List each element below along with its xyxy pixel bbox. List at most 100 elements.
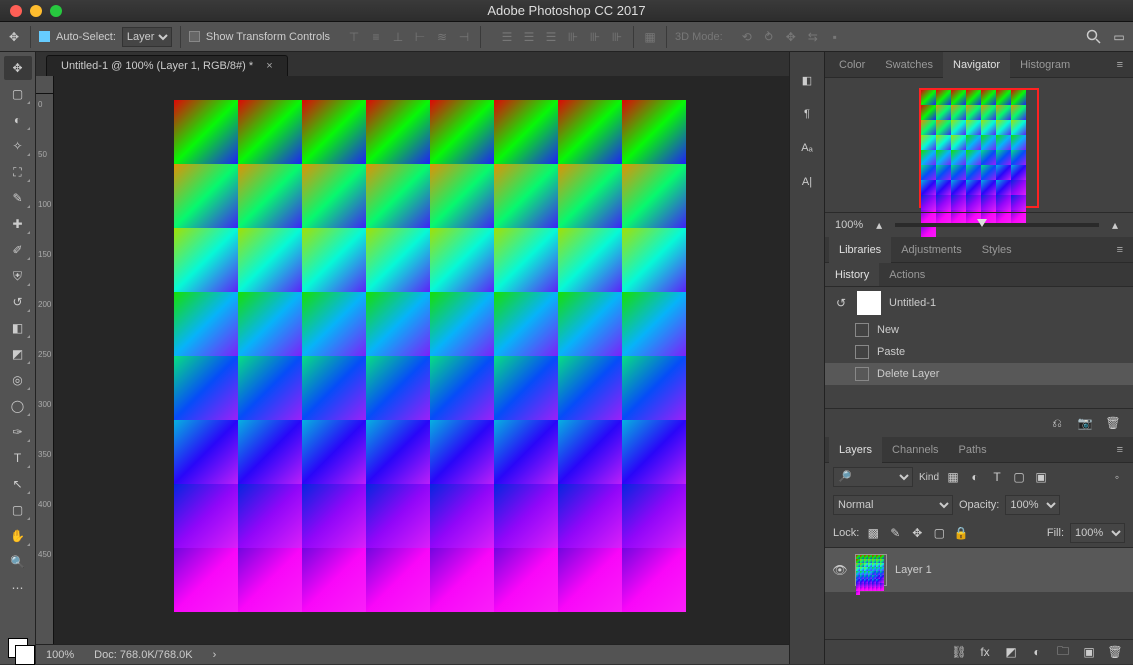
move-tool[interactable]: ✥ <box>4 56 32 80</box>
zoom-out-icon[interactable]: ▴ <box>871 217 887 233</box>
color-panel-icon[interactable]: ◧ <box>795 68 819 92</box>
lib-tab-menu-icon[interactable]: ≡ <box>1111 244 1129 256</box>
layer-filter-kind[interactable]: 🔎 <box>833 467 913 487</box>
layer-row[interactable]: 👁 Layer 1 <box>825 548 1133 592</box>
nav-tab-histogram[interactable]: Histogram <box>1010 52 1080 78</box>
close-tab-icon[interactable]: × <box>266 60 272 72</box>
layer-thumbnail[interactable] <box>855 554 887 586</box>
delete-layer-icon[interactable]: 🗑 <box>1107 644 1123 660</box>
show-transform-checkbox[interactable] <box>189 31 200 42</box>
pen-tool[interactable]: ✑ <box>4 420 32 444</box>
history-tab-actions[interactable]: Actions <box>879 263 935 286</box>
status-zoom[interactable]: 100% <box>46 649 74 661</box>
lock-transparency-icon[interactable]: ▩ <box>865 525 881 541</box>
dodge-tool[interactable]: ◯ <box>4 394 32 418</box>
eraser-tool[interactable]: ◧ <box>4 316 32 340</box>
layer-name[interactable]: Layer 1 <box>895 564 932 576</box>
history-item[interactable]: Paste <box>825 341 1133 363</box>
minimize-window-icon[interactable] <box>30 5 42 17</box>
adjustment-layer-icon[interactable]: ◐ <box>1029 644 1045 660</box>
history-document-row[interactable]: ↺ Untitled-1 <box>825 287 1133 319</box>
dist-right-icon[interactable]: ⊪ <box>609 29 625 45</box>
vertical-ruler[interactable]: 050100150200250300350400450 <box>36 94 54 644</box>
zoom-tool[interactable]: 🔍 <box>4 550 32 574</box>
character-panel-icon[interactable]: A| <box>795 170 819 194</box>
lock-position-icon[interactable]: ✥ <box>909 525 925 541</box>
filter-toggle-icon[interactable]: ◦ <box>1109 469 1125 485</box>
filter-smart-icon[interactable]: ▣ <box>1033 469 1049 485</box>
layer-tab-paths[interactable]: Paths <box>949 437 997 463</box>
lasso-tool[interactable]: ◐ <box>4 108 32 132</box>
layer-tab-layers[interactable]: Layers <box>829 437 882 463</box>
align-vcenter-icon[interactable]: ≡ <box>368 29 384 45</box>
magic-wand-tool[interactable]: ✧ <box>4 134 32 158</box>
auto-select-target[interactable]: Layer <box>122 27 172 47</box>
gradient-tool[interactable]: ◩ <box>4 342 32 366</box>
filter-adjust-icon[interactable]: ◐ <box>967 469 983 485</box>
layer-mask-icon[interactable]: ◩ <box>1003 644 1019 660</box>
document-tab[interactable]: Untitled-1 @ 100% (Layer 1, RGB/8#) * × <box>46 55 288 76</box>
status-more-icon[interactable]: › <box>213 649 217 661</box>
new-layer-icon[interactable]: ▣ <box>1081 644 1097 660</box>
layer-visibility-icon[interactable]: 👁 <box>833 562 847 578</box>
type-tool[interactable]: T <box>4 446 32 470</box>
dist-left-icon[interactable]: ⊪ <box>565 29 581 45</box>
navigator-thumbnail[interactable] <box>919 88 1039 208</box>
status-doc-info[interactable]: Doc: 768.0K/768.0K <box>94 649 192 661</box>
color-swatches[interactable] <box>8 638 28 658</box>
navigator-zoom-value[interactable]: 100% <box>835 219 863 231</box>
crop-tool[interactable]: ⛶ <box>4 160 32 184</box>
healing-tool[interactable]: ✚ <box>4 212 32 236</box>
lib-tab-adjustments[interactable]: Adjustments <box>891 237 972 263</box>
rectangle-tool[interactable]: ▢ <box>4 498 32 522</box>
lib-tab-styles[interactable]: Styles <box>972 237 1022 263</box>
filter-shape-icon[interactable]: ▢ <box>1011 469 1027 485</box>
link-layers-icon[interactable]: ⛓ <box>951 644 967 660</box>
history-brush-tool[interactable]: ↺ <box>4 290 32 314</box>
create-document-state-icon[interactable]: ⎌ <box>1049 415 1065 431</box>
lock-all-icon[interactable]: 🔒 <box>953 525 969 541</box>
dist-hcenter-icon[interactable]: ⊪ <box>587 29 603 45</box>
filter-type-icon[interactable]: T <box>989 469 1005 485</box>
fill-value[interactable]: 100% <box>1070 523 1125 543</box>
canvas[interactable] <box>174 100 686 612</box>
workspace-icon[interactable]: ▭ <box>1111 29 1127 45</box>
glyph-panel-icon[interactable]: Aₐ <box>795 136 819 160</box>
snapshot-icon[interactable]: 📷 <box>1077 415 1093 431</box>
align-left-icon[interactable]: ⊢ <box>412 29 428 45</box>
brush-tool[interactable]: ✐ <box>4 238 32 262</box>
blend-mode-select[interactable]: Normal <box>833 495 953 515</box>
auto-align-icon[interactable]: ▦ <box>642 29 658 45</box>
eyedropper-tool[interactable]: ✎ <box>4 186 32 210</box>
hand-tool[interactable]: ✋ <box>4 524 32 548</box>
layer-tab-channels[interactable]: Channels <box>882 437 948 463</box>
close-window-icon[interactable] <box>10 5 22 17</box>
dist-bottom-icon[interactable]: ☰ <box>543 29 559 45</box>
nav-tab-swatches[interactable]: Swatches <box>875 52 943 78</box>
nav-tab-color[interactable]: Color <box>829 52 875 78</box>
nav-tab-navigator[interactable]: Navigator <box>943 52 1010 78</box>
maximize-window-icon[interactable] <box>50 5 62 17</box>
dist-top-icon[interactable]: ☰ <box>499 29 515 45</box>
history-item[interactable]: New <box>825 319 1133 341</box>
path-select-tool[interactable]: ↖ <box>4 472 32 496</box>
nav-tab-menu-icon[interactable]: ≡ <box>1111 59 1129 71</box>
history-tab-history[interactable]: History <box>825 263 879 286</box>
paragraph-panel-icon[interactable]: ¶ <box>795 102 819 126</box>
zoom-in-icon[interactable]: ▴ <box>1107 217 1123 233</box>
search-icon[interactable] <box>1085 29 1101 45</box>
dist-vcenter-icon[interactable]: ☰ <box>521 29 537 45</box>
layer-tab-menu-icon[interactable]: ≡ <box>1111 444 1129 456</box>
auto-select-checkbox[interactable] <box>39 31 50 42</box>
opacity-value[interactable]: 100% <box>1005 495 1060 515</box>
align-hcenter-icon[interactable]: ≋ <box>434 29 450 45</box>
stamp-tool[interactable]: ⛨ <box>4 264 32 288</box>
lock-artboard-icon[interactable]: ▢ <box>931 525 947 541</box>
lib-tab-libraries[interactable]: Libraries <box>829 237 891 263</box>
align-right-icon[interactable]: ⊣ <box>456 29 472 45</box>
blur-tool[interactable]: ◎ <box>4 368 32 392</box>
history-item[interactable]: Delete Layer <box>825 363 1133 385</box>
lock-image-icon[interactable]: ✎ <box>887 525 903 541</box>
marquee-tool[interactable]: ▢ <box>4 82 32 106</box>
layer-style-icon[interactable]: fx <box>977 644 993 660</box>
